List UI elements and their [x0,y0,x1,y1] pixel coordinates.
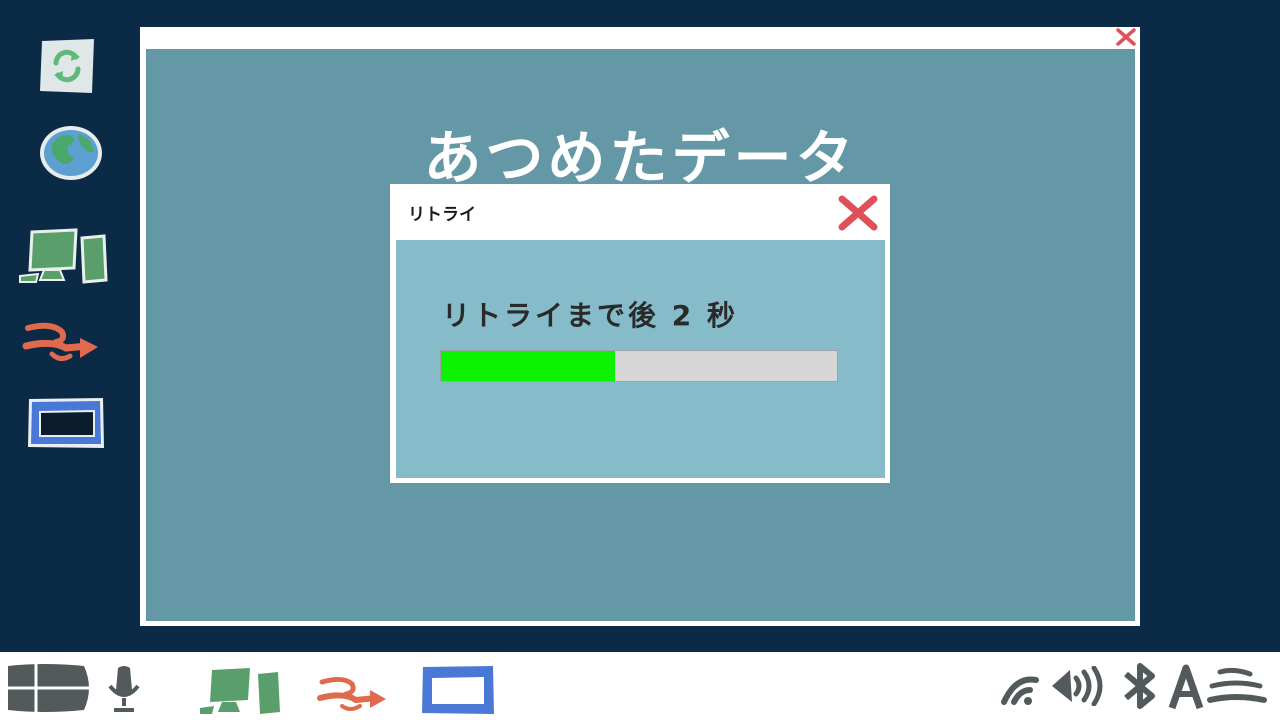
font-a-icon[interactable] [1168,664,1204,710]
computer-icon[interactable] [18,228,110,284]
close-icon[interactable] [836,193,880,233]
microphone-icon[interactable] [104,664,144,714]
computer-icon[interactable] [198,666,284,716]
dialog-title: リトライ [408,205,476,225]
share-arrow-icon[interactable] [316,674,390,714]
progress-fill [441,351,616,381]
window-icon[interactable] [420,664,496,716]
bluetooth-icon[interactable] [1120,662,1164,710]
start-menu-icon[interactable] [4,660,96,716]
retry-dialog: リトライ リトライまで後 2 秒 [390,184,890,483]
recycle-icon[interactable] [36,37,98,95]
globe-icon[interactable] [38,124,104,182]
volume-icon[interactable] [1050,666,1108,706]
page-title: あつめたデータ [423,124,858,192]
close-icon[interactable] [1114,27,1138,47]
window-icon[interactable] [26,396,106,450]
taskbar [0,652,1280,720]
menu-lines-icon[interactable] [1206,666,1268,708]
wifi-icon[interactable] [1000,670,1040,706]
share-arrow-icon[interactable] [22,320,102,366]
dialog-body: リトライまで後 2 秒 [396,240,885,478]
retry-countdown-text: リトライまで後 2 秒 [442,299,738,332]
retry-progress-bar [440,350,838,382]
